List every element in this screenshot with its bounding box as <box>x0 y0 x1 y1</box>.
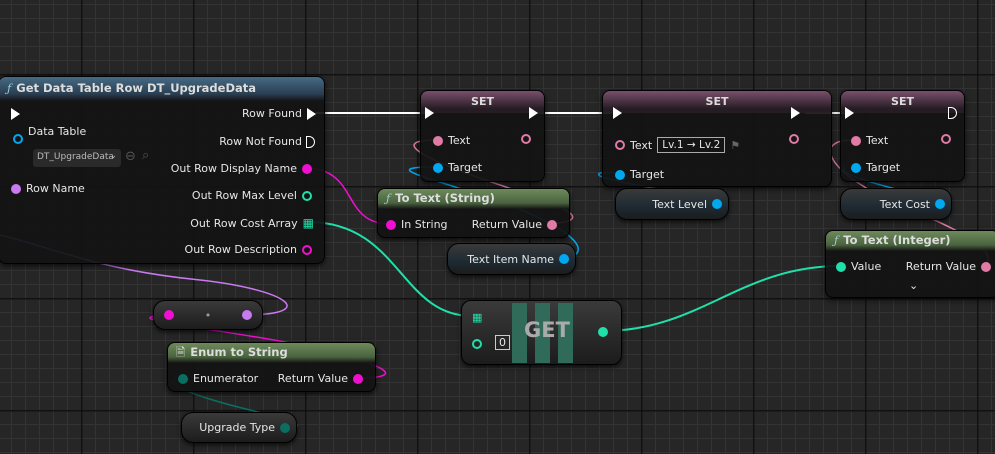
exec-in-pin[interactable] <box>845 107 854 119</box>
set-node-cost[interactable]: SET Text Target <box>840 90 965 182</box>
variable-label: Text Cost <box>879 197 930 211</box>
separator-dot: • <box>204 308 212 322</box>
output-label: Out Row Max Level <box>191 189 297 202</box>
function-icon: ƒ <box>834 233 839 247</box>
node-title: SET <box>841 91 964 113</box>
target-pin[interactable] <box>433 162 443 173</box>
pin-label: Target <box>866 161 901 174</box>
text-pin[interactable] <box>615 140 625 150</box>
row-found-exec-pin[interactable] <box>307 107 316 120</box>
row-not-found-exec-pin[interactable] <box>306 135 316 148</box>
node-title: SET <box>421 91 544 113</box>
text-pin[interactable] <box>433 135 443 146</box>
node-title: To Text (String) <box>395 191 495 205</box>
object-pin[interactable] <box>935 199 945 209</box>
return-value-pin[interactable] <box>353 373 363 384</box>
node-title: Get Data Table Row DT_UpgradeData <box>16 81 257 95</box>
text-out-pin[interactable] <box>789 134 799 144</box>
row-name-label: Row Name <box>26 182 85 195</box>
node-header: ƒ Get Data Table Row DT_UpgradeData <box>0 77 324 101</box>
flag-icon[interactable]: ⚑ <box>730 139 740 152</box>
object-pin[interactable] <box>712 199 722 209</box>
display-name-pin[interactable] <box>302 163 312 174</box>
target-pin[interactable] <box>615 169 625 180</box>
output-pin[interactable] <box>242 310 252 320</box>
pin-label: Return Value <box>277 372 348 385</box>
pin-label: Value <box>851 260 882 273</box>
output-pin[interactable] <box>598 327 608 337</box>
data-table-dropdown[interactable]: DT_UpgradeData ⌄ <box>33 149 121 167</box>
search-icon[interactable]: ⌕ <box>142 148 149 163</box>
return-value-pin[interactable] <box>547 219 557 230</box>
get-data-table-row-node[interactable]: ƒ Get Data Table Row DT_UpgradeData Data … <box>0 76 325 264</box>
pin-label: Target <box>448 161 483 174</box>
pin-label: Target <box>630 168 665 181</box>
text-pin[interactable] <box>851 135 861 146</box>
pin-label: Enumerator <box>193 372 259 385</box>
node-title: Enum to String <box>190 345 288 359</box>
enumerator-pin[interactable] <box>178 373 188 384</box>
chevron-down-icon: ⌄ <box>109 151 117 161</box>
expand-chevron-icon[interactable]: ⌄ <box>909 279 918 292</box>
function-icon: ƒ <box>386 191 391 205</box>
text-out-pin[interactable] <box>941 134 951 144</box>
input-pin[interactable] <box>164 310 174 320</box>
index-input[interactable]: 0 <box>495 335 510 350</box>
object-pin[interactable] <box>559 254 569 264</box>
row-found-label: Row Found <box>242 107 302 120</box>
exec-out-pin[interactable] <box>791 107 800 119</box>
exec-in-pin[interactable] <box>613 107 622 119</box>
target-pin[interactable] <box>851 162 861 173</box>
variable-label: Upgrade Type <box>199 421 275 434</box>
output-label: Out Row Description <box>184 243 297 256</box>
array-pin-icon[interactable]: ▦ <box>472 311 482 324</box>
int-wire <box>602 265 841 332</box>
text-out-pin[interactable] <box>521 134 531 144</box>
variable-text-item-name[interactable]: Text Item Name <box>447 243 576 275</box>
output-label: Out Row Display Name <box>170 162 297 175</box>
variable-label: Text Item Name <box>467 252 554 266</box>
data-table-pin[interactable] <box>13 134 23 144</box>
enum-to-string-node[interactable]: 🗎 Enum to String Enumerator Return Value <box>167 342 376 392</box>
exec-out-pin[interactable] <box>529 107 538 119</box>
pin-label: Return Value <box>471 218 542 231</box>
node-title: To Text (Integer) <box>843 233 951 247</box>
data-table-label: Data Table <box>28 124 87 138</box>
variable-text-cost[interactable]: Text Cost <box>840 188 952 220</box>
value-pin[interactable] <box>836 261 846 272</box>
make-literal-node[interactable]: • <box>153 300 263 330</box>
variable-label: Text Level <box>652 197 707 211</box>
index-pin[interactable] <box>472 339 482 349</box>
pin-label: Text <box>448 134 471 147</box>
text-value-input[interactable]: Lv.1 → Lv.2 <box>657 137 726 153</box>
pin-label: In String <box>401 218 448 231</box>
browse-icon[interactable]: ⊖ <box>125 149 136 164</box>
array-get-node[interactable]: GET ▦ 0 <box>461 300 622 365</box>
byte-pin[interactable] <box>280 422 290 433</box>
node-title: GET <box>524 318 570 342</box>
output-label: Out Row Cost Array <box>190 216 298 230</box>
exec-in-pin[interactable] <box>425 107 434 119</box>
row-name-pin[interactable] <box>11 183 21 194</box>
variable-text-level[interactable]: Text Level <box>615 188 729 220</box>
to-text-integer-node[interactable]: ƒ To Text (Integer) Value Return Value ⌄ <box>825 230 995 298</box>
return-value-pin[interactable] <box>981 261 991 272</box>
pin-label: Return Value <box>905 260 976 273</box>
exec-in-pin[interactable] <box>11 108 20 120</box>
document-icon: 🗎 <box>176 345 186 359</box>
variable-upgrade-type[interactable]: Upgrade Type <box>181 412 297 443</box>
in-string-pin[interactable] <box>386 219 396 230</box>
to-text-string-node[interactable]: ƒ To Text (String) In String Return Value <box>377 188 570 238</box>
row-not-found-label: Row Not Found <box>219 135 302 148</box>
description-pin[interactable] <box>302 244 312 255</box>
set-node-item-name[interactable]: SET Text Target <box>420 90 545 182</box>
exec-out-pin[interactable] <box>948 107 958 119</box>
max-level-pin[interactable] <box>302 190 312 201</box>
pin-label: Text <box>630 138 653 152</box>
array-pin-icon[interactable]: ▦ <box>303 216 314 230</box>
function-icon: ƒ <box>7 81 12 95</box>
set-node-level[interactable]: SET Text Lv.1 → Lv.2 ⚑ Target <box>602 90 832 187</box>
pin-label: Text <box>866 134 889 147</box>
